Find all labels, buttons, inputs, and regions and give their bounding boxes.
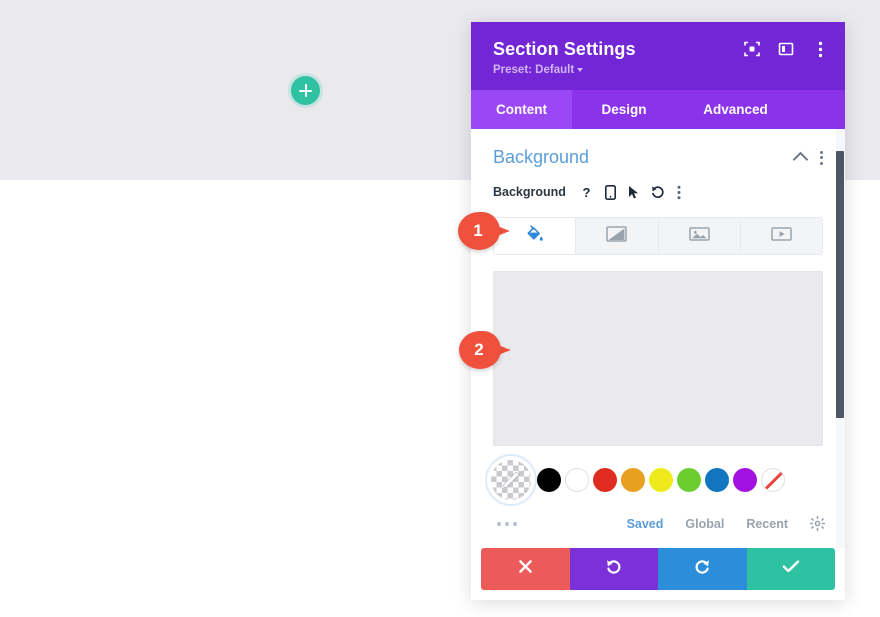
panel-header: Section Settings Preset: Default [471, 22, 845, 90]
tab-content[interactable]: Content [471, 90, 572, 129]
background-image-tab[interactable] [658, 218, 741, 254]
preset-label: Preset: Default [493, 64, 575, 76]
more-vertical-icon[interactable] [811, 40, 829, 58]
background-field-label: Background [493, 185, 566, 199]
background-video-tab[interactable] [740, 218, 822, 254]
panel-scrollbar-thumb[interactable] [836, 151, 844, 418]
add-section-button[interactable] [291, 76, 320, 105]
swatch-white[interactable] [565, 468, 589, 492]
check-icon [782, 559, 800, 579]
palette-tab-global[interactable]: Global [685, 517, 724, 531]
panel-footer-actions [481, 548, 835, 590]
reset-undo-icon[interactable] [651, 185, 665, 200]
paint-bucket-icon [525, 224, 544, 248]
image-icon [688, 225, 710, 248]
undo-icon [605, 558, 623, 581]
swatch-green[interactable] [677, 468, 701, 492]
chevron-down-icon [577, 68, 584, 72]
more-vertical-icon[interactable] [677, 185, 681, 200]
background-gradient-tab[interactable] [576, 218, 659, 254]
redo-icon [693, 558, 711, 581]
swatch-black[interactable] [537, 468, 561, 492]
save-button[interactable] [746, 548, 835, 590]
palette-tab-saved[interactable]: Saved [627, 517, 664, 531]
background-field-label-row: Background ? [471, 178, 845, 206]
help-icon[interactable]: ? [580, 185, 593, 200]
color-swatch-row [471, 460, 845, 500]
layout-icon[interactable] [777, 40, 795, 58]
transparent-eyedropper-swatch[interactable] [491, 460, 531, 500]
swatch-blue[interactable] [705, 468, 729, 492]
close-icon [518, 559, 533, 579]
more-horizontal-icon[interactable] [497, 521, 517, 526]
more-vertical-icon[interactable] [820, 150, 823, 165]
preset-selector[interactable]: Preset: Default [493, 60, 823, 78]
panel-scrollbar-track[interactable] [836, 129, 845, 548]
palette-footer: Saved Global Recent [471, 516, 845, 531]
panel-header-icons [743, 40, 829, 58]
svg-text:?: ? [582, 185, 590, 200]
section-header-icons [792, 150, 823, 168]
focus-icon[interactable] [743, 40, 761, 58]
responsive-mobile-icon[interactable] [604, 184, 616, 200]
chevron-up-icon[interactable] [792, 151, 809, 168]
background-color-tab[interactable] [494, 218, 577, 254]
cancel-button[interactable] [481, 548, 570, 590]
section-title: Background [493, 147, 590, 167]
swatch-red[interactable] [593, 468, 617, 492]
tab-advanced[interactable]: Advanced [676, 90, 795, 129]
plus-icon-vertical [304, 84, 307, 97]
swatch-purple[interactable] [733, 468, 757, 492]
gear-icon[interactable] [810, 516, 825, 531]
eyedropper-icon [503, 472, 519, 488]
palette-tab-recent[interactable]: Recent [746, 517, 788, 531]
swatch-yellow[interactable] [649, 468, 673, 492]
hover-cursor-icon[interactable] [628, 185, 639, 200]
swatch-orange[interactable] [621, 468, 645, 492]
swatch-none[interactable] [761, 468, 785, 492]
panel-body: Background Background ? Saved Global Rec… [471, 129, 845, 548]
background-section-header: Background [471, 129, 845, 178]
tab-design[interactable]: Design [572, 90, 676, 129]
section-settings-modal: Section Settings Preset: Default Content… [471, 22, 845, 600]
gradient-icon [606, 225, 628, 248]
panel-tabs: Content Design Advanced [471, 90, 845, 129]
video-icon [771, 225, 792, 248]
redo-button[interactable] [658, 548, 747, 590]
undo-button[interactable] [569, 548, 658, 590]
color-preview-area[interactable] [493, 271, 823, 446]
background-type-tabs [493, 217, 823, 255]
